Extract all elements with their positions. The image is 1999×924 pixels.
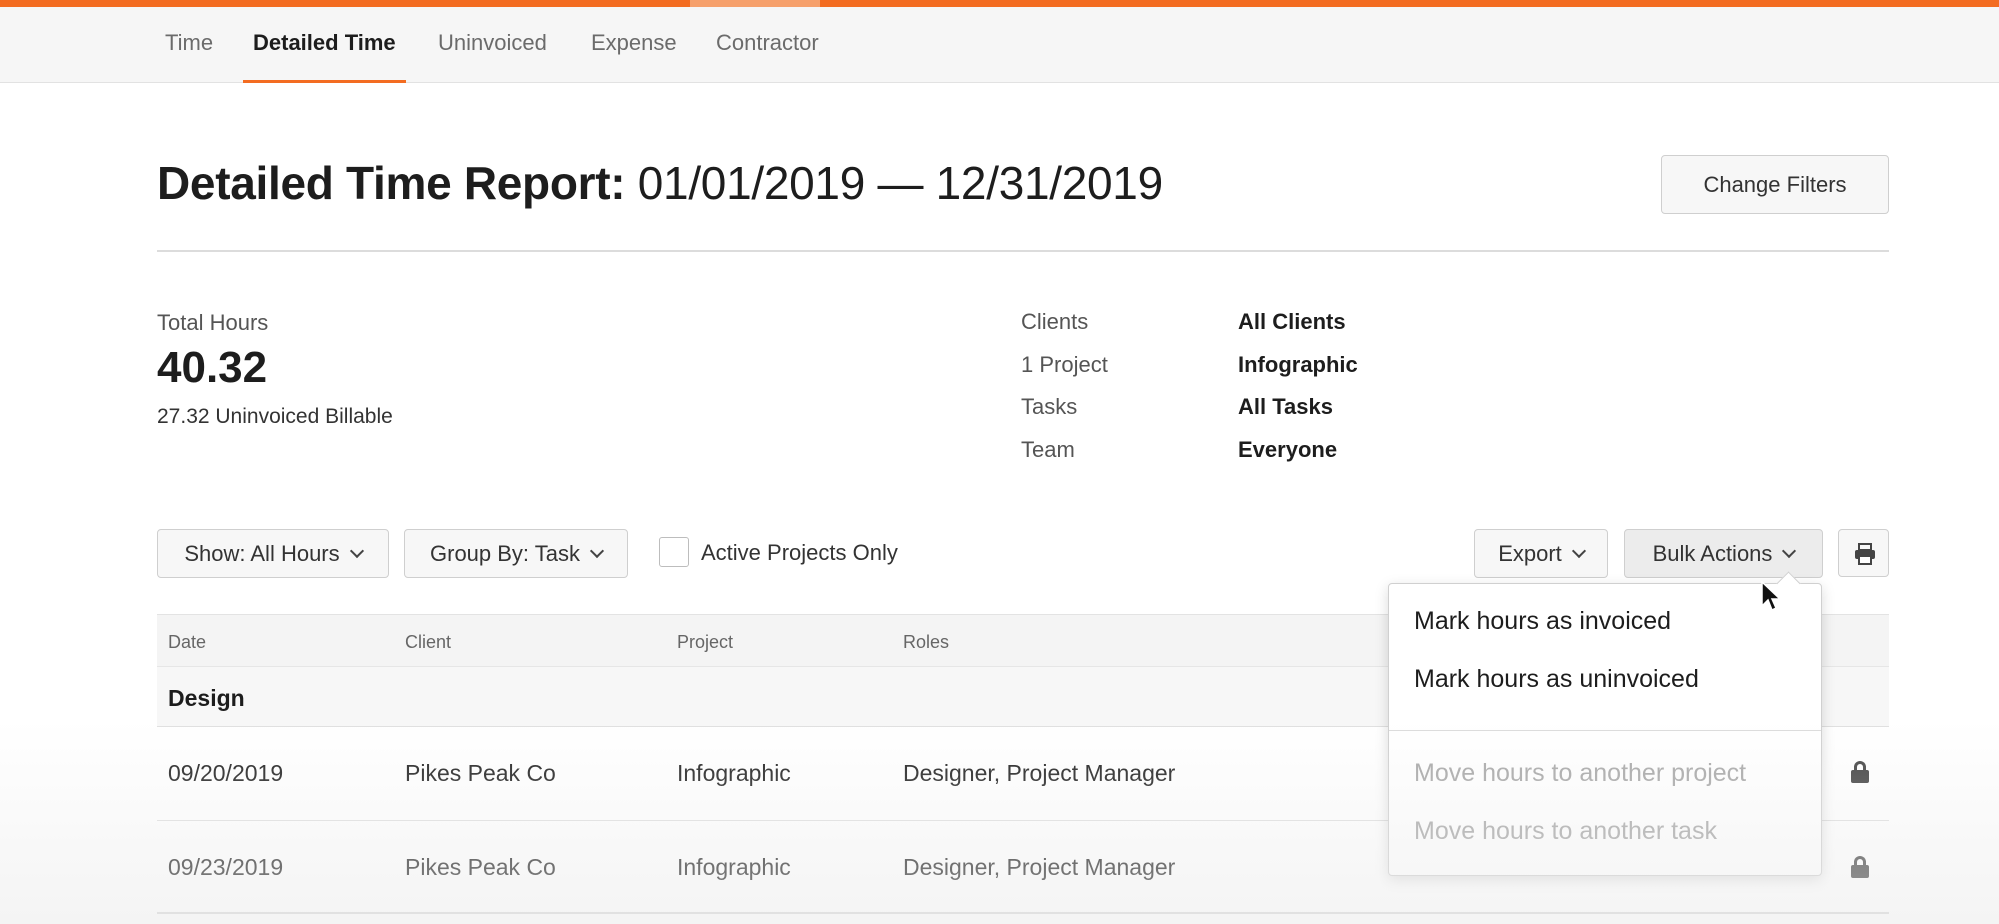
row-project: Infographic <box>677 760 791 786</box>
lock-icon <box>1850 761 1870 783</box>
top-accent-bar <box>0 0 1999 7</box>
tab-expense[interactable]: Expense <box>591 7 677 83</box>
bulk-actions-label: Bulk Actions <box>1652 540 1773 566</box>
filter-clients-label: Clients <box>1021 309 1089 334</box>
filter-team-value: Everyone <box>1238 437 1338 462</box>
chevron-down-icon <box>349 543 364 558</box>
export-dropdown[interactable]: Export <box>1474 529 1608 578</box>
group-by-dropdown[interactable]: Group By: Task <box>404 529 628 578</box>
change-filters-button[interactable]: Change Filters <box>1661 155 1889 214</box>
tab-detailed-time[interactable]: Detailed Time <box>243 7 406 83</box>
row-date: 09/23/2019 <box>168 854 284 880</box>
group-by-label: Group By: Task <box>430 540 580 566</box>
active-projects-checkbox[interactable] <box>659 537 689 567</box>
filter-team-label: Team <box>1021 437 1075 462</box>
page-title-label: Detailed Time Report: <box>157 157 626 209</box>
row-project: Infographic <box>677 854 791 880</box>
row-roles: Designer, Project Manager <box>903 760 1176 786</box>
menu-item-mark-uninvoiced[interactable]: Mark hours as uninvoiced <box>1414 665 1699 694</box>
show-hours-label: Show: All Hours <box>184 540 340 566</box>
group-label: Design <box>168 685 245 711</box>
show-hours-dropdown[interactable]: Show: All Hours <box>157 529 389 578</box>
column-header-date[interactable]: Date <box>168 632 206 653</box>
row-client: Pikes Peak Co <box>405 760 556 786</box>
menu-item-move-project[interactable]: Move hours to another project <box>1414 759 1746 788</box>
filter-clients-value: All Clients <box>1238 309 1346 334</box>
page-title-date-range: 01/01/2019 — 12/31/2019 <box>637 157 1163 209</box>
tab-contractor[interactable]: Contractor <box>716 7 819 83</box>
filter-tasks-value: All Tasks <box>1238 394 1333 419</box>
active-projects-label[interactable]: Active Projects Only <box>701 540 898 566</box>
row-roles: Designer, Project Manager <box>903 854 1176 880</box>
menu-separator <box>1389 730 1821 731</box>
chevron-down-icon <box>1571 543 1586 558</box>
bulk-actions-menu: Mark hours as invoiced Mark hours as uni… <box>1388 583 1822 876</box>
column-header-client[interactable]: Client <box>405 632 451 653</box>
chevron-down-icon <box>1782 543 1797 558</box>
chevron-down-icon <box>589 543 605 558</box>
printer-icon <box>1855 543 1875 565</box>
report-subnav: Time Detailed Time Uninvoiced Expense Co… <box>0 7 1999 83</box>
filter-project-label: 1 Project <box>1021 352 1108 377</box>
total-hours-label: Total Hours <box>157 310 269 335</box>
filter-project-value: Infographic <box>1238 352 1358 377</box>
column-header-roles[interactable]: Roles <box>903 632 949 653</box>
row-date: 09/20/2019 <box>168 760 284 786</box>
column-header-project[interactable]: Project <box>677 632 733 653</box>
tab-uninvoiced[interactable]: Uninvoiced <box>438 7 547 83</box>
export-label: Export <box>1498 540 1562 566</box>
tab-time[interactable]: Time <box>165 7 213 83</box>
header-divider <box>157 250 1889 252</box>
row-client: Pikes Peak Co <box>405 854 556 880</box>
lock-icon <box>1850 856 1870 878</box>
uninvoiced-billable-text: 27.32 Uninvoiced Billable <box>157 405 393 428</box>
page-title: Detailed Time Report: 01/01/2019 — 12/31… <box>157 156 1163 210</box>
bulk-actions-dropdown[interactable]: Bulk Actions <box>1624 529 1823 578</box>
mouse-cursor-icon <box>1761 580 1782 612</box>
filter-tasks-label: Tasks <box>1021 394 1078 419</box>
total-hours-value: 40.32 <box>157 343 268 392</box>
menu-item-mark-invoiced[interactable]: Mark hours as invoiced <box>1414 607 1671 636</box>
print-button[interactable] <box>1838 529 1889 577</box>
menu-item-move-task[interactable]: Move hours to another task <box>1414 817 1717 846</box>
